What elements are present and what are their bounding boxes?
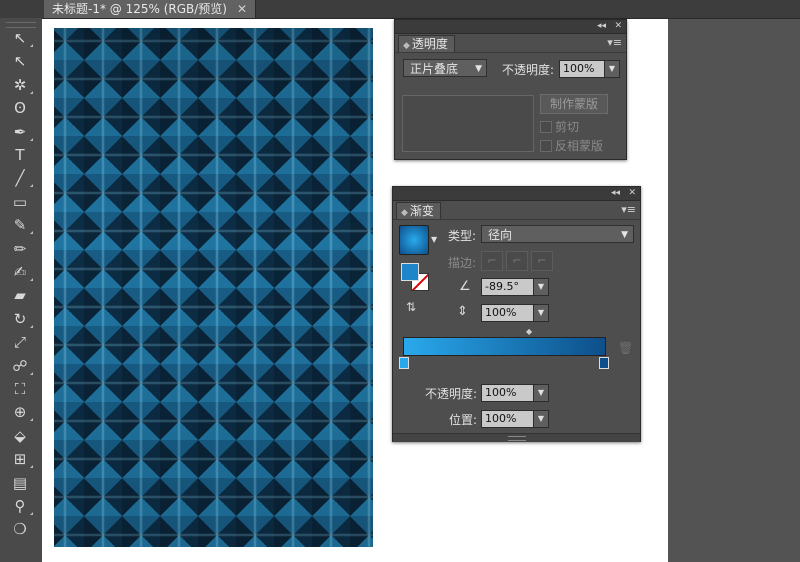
lasso-tool-icon[interactable]: ʘ [9, 98, 31, 118]
chevron-down-icon: ▼ [475, 64, 482, 74]
aspect-ratio-dropdown-button[interactable]: ▼ [533, 304, 549, 322]
aspect-ratio-input[interactable]: 100% [481, 304, 534, 322]
gradient-tool-icon[interactable]: ▤ [9, 473, 31, 493]
stop-opacity-label: 不透明度: [425, 387, 478, 401]
warp-tool-icon[interactable]: ☍ [9, 356, 33, 376]
blend-tool-icon[interactable]: ❍ [9, 519, 31, 539]
stroke-label: 描边: [448, 256, 477, 270]
panel-menu-icon[interactable]: ▾≡ [607, 36, 622, 49]
type-tool-icon[interactable]: T [9, 145, 31, 165]
blob-brush-tool-icon[interactable]: ✍ [9, 262, 33, 282]
opacity-dropdown-button[interactable]: ▼ [604, 60, 620, 78]
angle-icon: ∠ [459, 279, 471, 294]
eyedropper-tool-icon[interactable]: ⚲ [9, 496, 33, 516]
shape-builder-tool-icon[interactable]: ⊕ [9, 402, 33, 422]
stroke-across-icon[interactable]: ⌐ [531, 251, 553, 271]
chevron-down-icon: ▼ [621, 230, 628, 240]
close-icon[interactable]: ✕ [628, 187, 636, 200]
collapse-icon[interactable]: ◂◂ [597, 20, 606, 33]
gradient-swatch[interactable] [399, 225, 429, 255]
collapse-icon[interactable]: ◂◂ [611, 187, 620, 200]
invert-mask-label: 反相蒙版 [555, 139, 604, 153]
rotate-tool-icon[interactable]: ↻ [9, 309, 33, 329]
perspective-grid-tool-icon[interactable]: ⬙ [9, 426, 31, 446]
pen-tool-icon[interactable]: ✒ [9, 122, 33, 142]
mesh-tool-icon[interactable]: ⊞ [9, 449, 33, 469]
chevron-down-icon[interactable]: ▼ [431, 235, 437, 244]
tab-gradient[interactable]: ◆ 渐变 [396, 202, 441, 219]
panel-titlebar[interactable]: ◂◂ ✕ [395, 20, 626, 34]
line-tool-icon[interactable]: ╱ [9, 168, 33, 188]
magic-wand-tool-icon[interactable]: ✲ [9, 75, 33, 95]
location-dropdown-button[interactable]: ▼ [533, 410, 549, 428]
stroke-within-icon[interactable]: ⌐ [481, 251, 503, 271]
panel-options-toggle-icon[interactable]: ◆ [401, 208, 408, 218]
pencil-tool-icon[interactable]: ✏ [9, 239, 31, 259]
direct-selection-tool-icon[interactable]: ↖ [9, 51, 31, 71]
mask-thumbnail[interactable] [402, 95, 534, 152]
eraser-tool-icon[interactable]: ▰ [9, 285, 31, 305]
opacity-input[interactable]: 100% [559, 60, 606, 78]
blend-mode-value: 正片叠底 [410, 62, 459, 76]
tools-panel: ↖ ↖ ✲ ʘ ✒ T ╱ ▭ ✎ ✏ ✍ ▰ ↻ ⤢ ☍ ⛶ ⊕ ⬙ ⊞ ▤ ⚲ ❍ [0, 18, 43, 562]
stroke-along-icon[interactable]: ⌐ [506, 251, 528, 271]
document-tab[interactable]: 未标题-1* @ 125% (RGB/预览) ✕ [44, 0, 257, 18]
gradient-type-value: 径向 [488, 228, 513, 242]
gradient-stop-end[interactable] [599, 357, 609, 369]
angle-input[interactable]: -89.5° [481, 278, 534, 296]
close-icon[interactable]: ✕ [237, 0, 247, 18]
rectangle-tool-icon[interactable]: ▭ [9, 192, 31, 212]
tab-label: 透明度 [411, 37, 448, 51]
angle-dropdown-button[interactable]: ▼ [533, 278, 549, 296]
pyramid-pattern-artwork[interactable] [54, 28, 373, 547]
location-label: 位置: [449, 413, 478, 427]
midpoint-diamond-icon[interactable]: ◆ [526, 327, 532, 336]
panel-options-toggle-icon[interactable]: ◆ [403, 41, 410, 51]
type-label: 类型: [448, 229, 477, 243]
fill-swatch-icon[interactable] [401, 263, 419, 281]
transparency-panel: ◂◂ ✕ ◆ 透明度 ▾≡ 正片叠底 ▼ 不透明度: 100% ▼ 制作蒙版 剪切… [394, 19, 627, 160]
trash-icon[interactable]: 🗑 [618, 341, 633, 355]
invert-mask-checkbox[interactable] [540, 140, 552, 152]
stop-opacity-input[interactable]: 100% [481, 384, 534, 402]
close-icon[interactable]: ✕ [614, 20, 622, 33]
location-input[interactable]: 100% [481, 410, 534, 428]
tab-label: 渐变 [409, 204, 434, 218]
reverse-gradient-icon[interactable]: ⇅ [406, 300, 416, 314]
blend-mode-select[interactable]: 正片叠底 ▼ [403, 59, 487, 77]
selection-tool-icon[interactable]: ↖ [9, 28, 33, 48]
panel-titlebar[interactable]: ◂◂ ✕ [393, 187, 640, 201]
panel-menu-icon[interactable]: ▾≡ [621, 203, 636, 216]
stop-opacity-dropdown-button[interactable]: ▼ [533, 384, 549, 402]
tab-transparency[interactable]: ◆ 透明度 [398, 35, 455, 52]
make-mask-button[interactable]: 制作蒙版 [540, 94, 608, 114]
scale-tool-icon[interactable]: ⤢ [9, 332, 31, 352]
gradient-slider[interactable] [403, 337, 606, 356]
clip-label: 剪切 [555, 120, 580, 134]
document-tab-title: 未标题-1* @ 125% (RGB/预览) [52, 2, 227, 16]
aspect-ratio-icon: ⇕ [457, 304, 468, 319]
gradient-stop-start[interactable] [399, 357, 409, 369]
paintbrush-tool-icon[interactable]: ✎ [9, 215, 33, 235]
clip-checkbox[interactable] [540, 121, 552, 133]
gradient-panel: ◂◂ ✕ ◆ 渐变 ▾≡ ▼ 类型: 径向 ▼ 描边: ⌐ ⌐ ⌐ ⇅ ∠ -89… [392, 186, 641, 442]
opacity-label: 不透明度: [502, 63, 555, 77]
free-transform-tool-icon[interactable]: ⛶ [9, 379, 31, 399]
panel-resize-bar[interactable] [393, 433, 640, 442]
gradient-type-select[interactable]: 径向 ▼ [481, 225, 634, 243]
pasteboard [668, 19, 800, 562]
